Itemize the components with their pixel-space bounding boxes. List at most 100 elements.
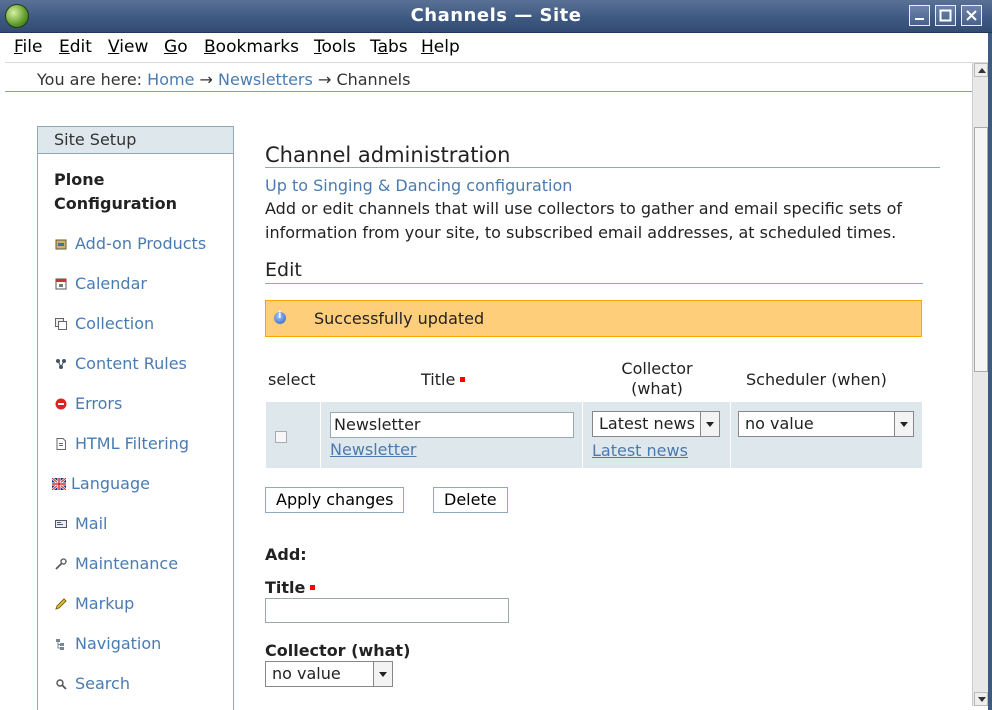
status-message: Successfully updated: [265, 300, 922, 337]
sidebar-item-label: Maintenance: [75, 554, 179, 573]
collector-select-value: Latest news: [599, 414, 695, 433]
product-icon: [55, 239, 67, 250]
scroll-down-icon[interactable]: [974, 692, 988, 706]
language-flag-icon: [52, 478, 66, 490]
plone-configuration-heading[interactable]: Plone Configuration: [54, 168, 224, 216]
sidebar-item-search[interactable]: Search: [55, 673, 130, 695]
cell-separator: [730, 402, 731, 468]
sidebar-item-label: Navigation: [75, 634, 162, 653]
maximize-icon: [939, 9, 952, 22]
minimize-icon: [915, 18, 924, 20]
sidebar-item-html-filtering[interactable]: HTML Filtering: [55, 433, 189, 455]
page-title: Channel administration: [265, 143, 511, 167]
content-rules-icon: [56, 359, 66, 369]
title-header-label: Title: [421, 370, 456, 389]
scroll-up-icon[interactable]: [974, 63, 988, 77]
channel-title-input[interactable]: Newsletter: [330, 412, 574, 438]
up-to-configuration-link[interactable]: Up to Singing & Dancing configuration: [265, 176, 572, 195]
scheduler-select-value: no value: [745, 414, 814, 433]
breadcrumb-divider: [5, 91, 972, 92]
add-collector-select[interactable]: no value: [265, 661, 393, 687]
minimize-button[interactable]: [909, 5, 930, 26]
sidebar-item-label: Mail: [75, 514, 108, 533]
column-header-scheduler: Scheduler (when): [746, 370, 887, 389]
add-title-input[interactable]: [265, 598, 509, 623]
menu-view[interactable]: View: [108, 37, 148, 57]
window-frame-right: [988, 33, 992, 710]
sidebar-item-label: HTML Filtering: [75, 434, 189, 453]
scheduler-select[interactable]: no value: [738, 411, 914, 437]
sidebar-item-errors[interactable]: Errors: [55, 393, 122, 415]
breadcrumb: You are here: Home → Newsletters → Chann…: [37, 70, 410, 89]
maximize-button[interactable]: [935, 5, 956, 26]
html-filter-icon: [56, 438, 66, 450]
close-button[interactable]: [961, 5, 982, 26]
sidebar-item-add-on-products[interactable]: Add-on Products: [55, 233, 206, 255]
chevron-down-icon: [373, 662, 392, 686]
portlet-header[interactable]: Site Setup: [38, 126, 233, 154]
menu-tabs[interactable]: Tabs: [370, 37, 408, 57]
sidebar-item-label: Errors: [75, 394, 123, 413]
sidebar-item-label: Content Rules: [75, 354, 187, 373]
menu-bookmarks[interactable]: Bookmarks: [204, 37, 299, 57]
edit-divider: [265, 283, 923, 284]
collector-select[interactable]: Latest news: [592, 411, 720, 437]
vertical-scrollbar[interactable]: [972, 63, 989, 706]
sidebar-item-label: Markup: [75, 594, 135, 613]
search-icon: [56, 679, 67, 690]
collection-icon: [55, 318, 67, 330]
column-header-title: Title: [421, 370, 466, 390]
breadcrumb-newsletters-link[interactable]: Newsletters: [218, 70, 313, 89]
menu-help[interactable]: Help: [421, 37, 460, 57]
sidebar-item-collection[interactable]: Collection: [55, 313, 154, 335]
sidebar-item-calendar[interactable]: Calendar: [55, 273, 147, 295]
sidebar-item-markup[interactable]: Markup: [55, 593, 134, 615]
add-heading: Add:: [265, 545, 307, 564]
add-title-label-text: Title: [265, 578, 306, 597]
collector-link[interactable]: Latest news: [592, 441, 688, 460]
channel-title-link[interactable]: Newsletter: [330, 440, 417, 459]
page-content: You are here: Home → Newsletters → Chann…: [5, 63, 972, 710]
chevron-down-icon: [894, 412, 913, 436]
add-collector-label: Collector (what): [265, 641, 411, 660]
sidebar-item-label: Add-on Products: [75, 234, 207, 253]
status-message-text: Successfully updated: [314, 309, 485, 328]
sidebar-item-language[interactable]: Language: [52, 473, 150, 495]
add-collector-select-value: no value: [272, 664, 341, 683]
breadcrumb-home-link[interactable]: Home: [147, 70, 194, 89]
apply-changes-button[interactable]: Apply changes: [265, 487, 405, 513]
title-divider: [265, 167, 940, 168]
sidebar-item-navigation[interactable]: Navigation: [55, 633, 161, 655]
sidebar-item-label: Search: [75, 674, 130, 693]
column-header-select: select: [268, 370, 316, 389]
site-setup-portlet: Site Setup Plone Configuration Add-on Pr…: [37, 126, 234, 710]
required-marker: [310, 585, 316, 590]
sidebar-item-mail[interactable]: Mail: [55, 513, 108, 535]
menu-go[interactable]: Go: [164, 37, 188, 57]
edit-heading: Edit: [265, 259, 302, 281]
delete-button[interactable]: Delete: [433, 487, 508, 513]
breadcrumb-current: Channels: [336, 70, 411, 89]
mail-icon: [55, 520, 67, 528]
breadcrumb-prefix: You are here:: [37, 70, 143, 89]
menu-tools[interactable]: Tools: [314, 37, 356, 57]
menu-file[interactable]: File: [14, 37, 42, 57]
menu-bar: File Edit View Go Bookmarks Tools Tabs H…: [0, 33, 992, 63]
window-titlebar: Channels — Site: [0, 0, 992, 33]
close-icon: [966, 10, 977, 21]
calendar-icon: [55, 278, 67, 290]
sidebar-item-content-rules[interactable]: Content Rules: [55, 353, 187, 375]
add-title-label: Title: [265, 578, 316, 597]
scrollbar-thumb[interactable]: [974, 127, 988, 372]
sidebar-item-label: Collection: [75, 314, 155, 333]
cell-separator: [320, 402, 321, 468]
row-select-checkbox[interactable]: [275, 431, 287, 443]
breadcrumb-separator: →: [199, 70, 213, 89]
cell-separator: [582, 402, 583, 468]
sidebar-item-label: Calendar: [75, 274, 147, 293]
menu-edit[interactable]: Edit: [59, 37, 92, 57]
chevron-down-icon: [700, 412, 719, 436]
navigation-icon: [56, 639, 64, 650]
required-marker: [460, 377, 466, 382]
sidebar-item-maintenance[interactable]: Maintenance: [55, 553, 178, 575]
